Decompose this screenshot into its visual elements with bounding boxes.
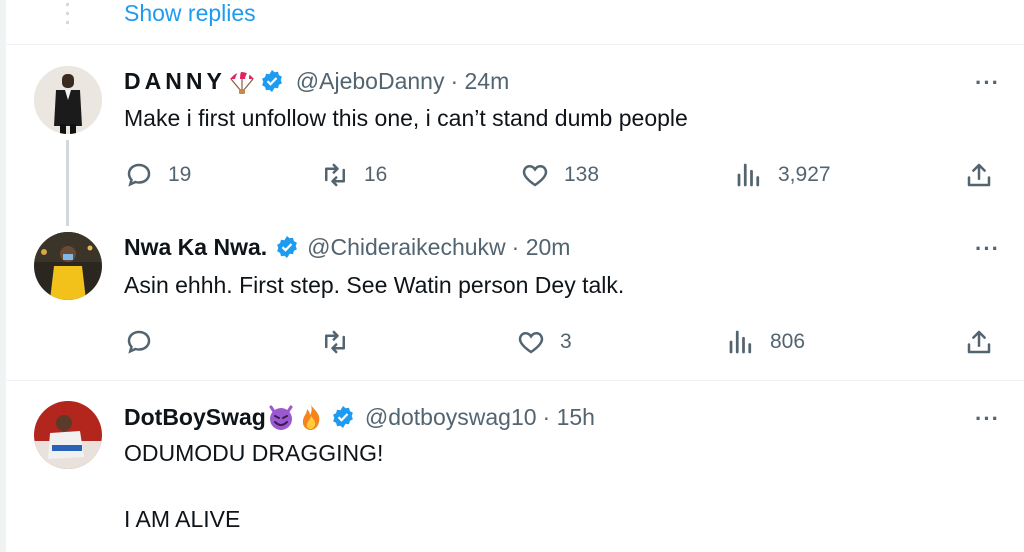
more-options-icon[interactable]: ··· xyxy=(975,70,1000,96)
verified-badge-icon xyxy=(331,405,355,429)
retweet-count: 16 xyxy=(364,163,388,186)
display-name[interactable]: DotBoySwag xyxy=(124,404,266,431)
reply-icon xyxy=(127,163,151,187)
view-count: 3,927 xyxy=(778,163,831,186)
verified-badge-icon xyxy=(275,235,299,259)
retweet-icon xyxy=(325,330,345,354)
avatar[interactable] xyxy=(34,401,102,469)
user-handle[interactable]: @AjeboDanny xyxy=(296,68,445,95)
retweet-button[interactable]: 16 xyxy=(320,155,387,195)
more-options-icon[interactable]: ··· xyxy=(975,406,1000,432)
display-name[interactable]: DANNY xyxy=(124,68,226,95)
view-count: 806 xyxy=(770,330,806,353)
reply-button[interactable]: 19 xyxy=(124,155,191,195)
avatar[interactable] xyxy=(34,66,102,134)
heart-icon xyxy=(522,164,548,187)
share-icon xyxy=(967,163,991,187)
reply-count: 19 xyxy=(168,163,192,186)
tweet-danny[interactable]: DANNY @AjeboDanny · 24m ··· Make i first… xyxy=(0,44,1024,226)
parachute-emoji-icon xyxy=(228,67,256,95)
reply-icon xyxy=(127,330,151,354)
heart-icon xyxy=(518,331,544,354)
like-button[interactable]: 3 xyxy=(516,322,572,362)
thread-dotted-line xyxy=(66,0,69,30)
retweet-button[interactable] xyxy=(320,322,350,362)
share-icon xyxy=(967,330,991,354)
verified-badge-icon xyxy=(260,69,284,93)
share-button[interactable] xyxy=(964,155,994,195)
views-icon xyxy=(729,330,752,354)
like-count: 138 xyxy=(564,163,600,186)
avatar[interactable] xyxy=(34,232,102,300)
display-name[interactable]: Nwa Ka Nwa. xyxy=(124,234,267,261)
tweet-text: ODUMODU DRAGGING! I AM ALIVE xyxy=(124,440,384,532)
share-button[interactable] xyxy=(964,322,994,362)
reply-button[interactable] xyxy=(124,322,154,362)
tweet-header: Nwa Ka Nwa. @Chideraikechukw · 20m xyxy=(124,232,570,262)
tweet-header: DotBoySwag @dotboyswag10 · 15h xyxy=(124,402,595,432)
fire-emoji-icon xyxy=(297,403,325,431)
tweet-text: Make i first unfollow this one, i can’t … xyxy=(124,105,688,131)
views-icon xyxy=(737,163,760,187)
views-button[interactable]: 3,927 xyxy=(734,155,831,195)
like-count: 3 xyxy=(560,330,572,353)
show-replies-link[interactable]: Show replies xyxy=(124,0,256,26)
tweet-text: Asin ehhh. First step. See Watin person … xyxy=(124,272,625,298)
views-button[interactable]: 806 xyxy=(726,322,805,362)
retweet-icon xyxy=(325,163,345,187)
user-handle[interactable]: @Chideraikechukw xyxy=(307,234,506,261)
tweet-header: DANNY @AjeboDanny · 24m xyxy=(124,66,509,96)
tweet-nwakanwa[interactable]: Nwa Ka Nwa. @Chideraikechukw · 20m ··· A… xyxy=(0,222,1024,380)
timestamp[interactable]: · 24m xyxy=(450,68,509,95)
tweet-actions: 19 16 138 3,927 xyxy=(0,155,1024,195)
tweet-dotboyswag[interactable]: DotBoySwag @dotboyswag10 · 15h ··· ODUMO… xyxy=(0,381,1024,552)
timestamp[interactable]: · 15h xyxy=(543,404,595,431)
smiling-devil-emoji-icon xyxy=(267,403,295,431)
more-options-icon[interactable]: ··· xyxy=(975,236,1000,262)
like-button[interactable]: 138 xyxy=(520,155,599,195)
timestamp[interactable]: · 20m xyxy=(512,234,571,261)
show-replies-row: Show replies xyxy=(0,0,1024,45)
user-handle[interactable]: @dotboyswag10 xyxy=(365,404,537,431)
tweet-actions: 3 806 xyxy=(0,322,1024,362)
